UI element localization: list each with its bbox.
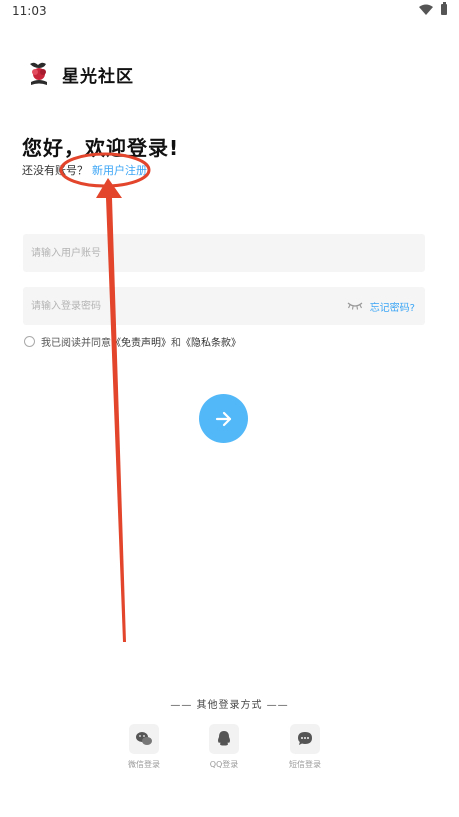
wechat-login-button[interactable]: 微信登录 (114, 724, 174, 770)
eye-closed-icon[interactable] (347, 300, 363, 310)
wifi-icon (419, 4, 433, 15)
status-time: 11:03 (12, 4, 47, 18)
sms-login-label: 短信登录 (289, 760, 321, 769)
arrow-right-icon (215, 411, 231, 426)
account-field (23, 234, 425, 272)
register-link[interactable]: 新用户注册 (92, 164, 147, 177)
password-field: 忘记密码? (23, 287, 425, 325)
agreement-row: 我已阅读并同意《免责声明》和《隐私条款》 (24, 334, 241, 349)
qq-icon (218, 731, 230, 746)
login-submit-button[interactable] (199, 394, 248, 443)
account-input[interactable] (23, 234, 425, 272)
agreement-conjunction: 和 (171, 338, 181, 349)
qq-login-button[interactable]: QQ登录 (194, 724, 254, 770)
wechat-login-label: 微信登录 (128, 760, 160, 769)
register-line: 还没有账号？ 新用户注册 (22, 162, 147, 178)
brand-name: 星光社区 (62, 66, 134, 87)
sms-icon-box (290, 724, 320, 754)
brand: 星光社区 (26, 60, 134, 88)
status-icons (419, 2, 447, 15)
other-login-heading: —— 其他登录方式 —— (170, 700, 289, 711)
privacy-link[interactable]: 《隐私条款》 (181, 338, 241, 349)
qq-icon-box (209, 724, 239, 754)
agreement-text: 我已阅读并同意《免责声明》和《隐私条款》 (41, 334, 241, 349)
brand-logo (30, 62, 47, 85)
wechat-icon (136, 732, 152, 745)
agreement-prefix: 我已阅读并同意 (41, 338, 111, 349)
agreement-radio[interactable] (24, 336, 35, 347)
battery-icon (441, 2, 447, 15)
welcome-title: 您好，欢迎登录! (22, 136, 180, 160)
password-input[interactable] (23, 287, 323, 325)
sms-login-button[interactable]: 短信登录 (275, 724, 335, 770)
sms-icon (298, 732, 312, 745)
no-account-prompt: 还没有账号？ (22, 164, 88, 177)
status-bar: 11:03 (0, 0, 459, 22)
qq-login-label: QQ登录 (209, 760, 239, 769)
wechat-icon-box (129, 724, 159, 754)
forgot-password-link[interactable]: 忘记密码? (370, 299, 415, 314)
disclaimer-link[interactable]: 《免责声明》 (111, 338, 171, 349)
